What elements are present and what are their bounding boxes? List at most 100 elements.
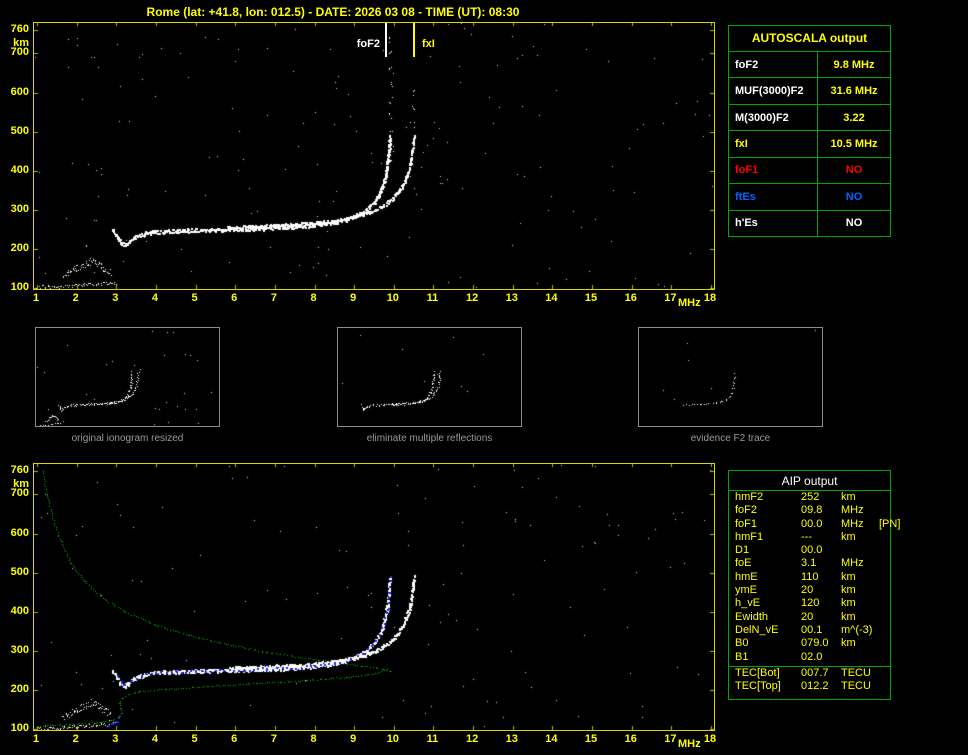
- autoscala-row: h'Es NO: [729, 209, 890, 236]
- x-axis-unit-label: MHz: [678, 738, 701, 750]
- x-tick-label: 8: [310, 292, 317, 304]
- y-tick-label: 200: [10, 241, 29, 254]
- autoscala-row: foF2 9.8 MHz: [729, 51, 890, 78]
- x-tick-label: 12: [465, 733, 479, 745]
- aip-row-value: 012.2: [801, 680, 829, 693]
- aip-row-name: D1: [735, 544, 750, 557]
- profile-ionogram-canvas: [34, 464, 714, 730]
- x-tick-label: 6: [231, 733, 238, 745]
- aip-row: foF1 00.0 MHz [PN]: [729, 517, 900, 531]
- aip-row: hmE 110 km: [729, 571, 890, 584]
- aip-row-unit: km: [841, 637, 856, 650]
- y-tick-label: 700: [10, 46, 29, 59]
- aip-row-name: hmF2: [735, 491, 764, 503]
- aip-row-extra: [879, 557, 890, 570]
- aip-row: B0 079.0 km: [729, 637, 890, 650]
- y-tick-label: 200: [10, 682, 29, 695]
- aip-row-extra: [879, 504, 890, 517]
- aip-row-value: 110: [801, 570, 819, 583]
- y-tick-label: 500: [10, 124, 29, 137]
- aip-output-table: AIP output hmF2 252 km foF2 09.8 MHz foF1 00.0 M…: [728, 470, 900, 700]
- thumbnail-f2-trace: [638, 327, 823, 427]
- aip-row-name: foE: [735, 557, 752, 570]
- autoscala-row-value: 9.8 MHz: [817, 52, 890, 78]
- aip-tec-rows: TEC[Bot] 007.7 TECU TEC[Top] 012.2 TECU: [729, 667, 890, 694]
- x-tick-label: 9: [350, 292, 357, 304]
- aip-row-extra: [879, 571, 890, 584]
- aip-row-name: B1: [735, 650, 749, 663]
- fxi-marker-label: fxI: [420, 38, 437, 50]
- autoscala-row: fxI 10.5 MHz: [729, 130, 890, 157]
- y-tick-label: 600: [10, 526, 29, 539]
- autoscala-output-table: AUTOSCALA output foF2 9.8 MHz MUF(3000)F2 3…: [728, 25, 891, 237]
- x-tick-label: 16: [624, 292, 637, 304]
- x-tick-label: 1: [32, 733, 40, 745]
- page-title: Rome (lat: +41.8, lon: 012.5) - DATE: 20…: [146, 5, 520, 19]
- x-tick-label: 18: [703, 733, 717, 745]
- ionogram-app-window: { "header": { "title": "Rome (lat: +41.8…: [0, 0, 968, 755]
- x-tick-label: 18: [703, 292, 717, 304]
- x-tick-label: 3: [112, 292, 119, 304]
- aip-row-name: B0: [735, 637, 749, 650]
- y-tick-label: 760: [10, 464, 29, 476]
- aip-row-name: foF1: [735, 517, 758, 530]
- aip-row-extra: [879, 651, 890, 664]
- aip-row-extra: [879, 531, 890, 544]
- aip-row-unit: [841, 544, 879, 557]
- thumbnail-caption-original: original ionogram resized: [71, 433, 184, 444]
- autoscala-row: MUF(3000)F2 31.6 MHz: [729, 77, 890, 104]
- aip-row: hmF1 --- km: [729, 531, 890, 544]
- x-tick-label: 14: [545, 292, 558, 304]
- aip-row-value: ---: [801, 530, 812, 543]
- aip-row-unit: km: [841, 597, 856, 610]
- aip-row-name: hmE: [735, 570, 758, 583]
- aip-row-name: DelN_vE: [735, 623, 779, 636]
- fof2-marker-line: [385, 23, 387, 57]
- aip-row: TEC[Bot] 007.7 TECU: [729, 667, 890, 680]
- aip-row-unit: MHz: [841, 557, 864, 570]
- thumbnail-caption-f2: evidence F2 trace: [690, 433, 771, 444]
- x-tick-label: 10: [386, 733, 399, 745]
- aip-row-name: foF2: [735, 504, 758, 517]
- aip-row-extra: [879, 680, 890, 693]
- autoscala-row: M(3000)F2 3.22: [729, 103, 890, 131]
- aip-row-extra: [879, 624, 890, 637]
- aip-row: hmF2 252 km: [729, 491, 890, 504]
- aip-row: foE 3.1 MHz: [729, 557, 890, 570]
- x-tick-label: 12: [465, 292, 479, 304]
- fof2-marker-label: foF2: [354, 38, 382, 50]
- autoscala-row-label: M(3000)F2: [735, 111, 789, 124]
- x-tick-label: 8: [310, 733, 317, 745]
- aip-row-value: 079.0: [801, 637, 829, 650]
- scaled-ionogram-canvas: [34, 23, 714, 289]
- x-tick-label: 13: [505, 733, 518, 745]
- aip-row: DelN_vE 00.1 m^(-3): [729, 624, 890, 637]
- autoscala-row-value: NO: [817, 184, 890, 210]
- aip-row-name: Ewidth: [735, 610, 769, 623]
- autoscala-row-label: foF1: [735, 164, 759, 177]
- autoscala-row-label: MUF(3000)F2: [735, 85, 804, 98]
- thumbnail-caption-cleaned: eliminate multiple reflections: [366, 433, 493, 444]
- thumbnail-cleaned-canvas: [338, 328, 521, 426]
- aip-row: ymE 20 km: [729, 584, 890, 597]
- x-tick-label: 11: [426, 733, 439, 745]
- x-tick-label: 11: [426, 292, 439, 304]
- aip-row-extra: [879, 667, 890, 680]
- x-tick-label: 3: [112, 733, 119, 745]
- x-tick-label: 6: [231, 292, 238, 304]
- autoscala-row-label: foF2: [735, 58, 759, 71]
- aip-row-name: TEC[Top]: [735, 680, 781, 693]
- thumbnail-original-ionogram: [35, 327, 220, 427]
- aip-row-extra: [PN]: [879, 517, 901, 530]
- y-tick-label: 600: [10, 85, 29, 98]
- aip-row-unit: km: [841, 610, 856, 623]
- scaled-ionogram-plot: foF2 fxI: [33, 22, 715, 290]
- aip-row-value: 007.7: [801, 666, 829, 679]
- aip-row-name: ymE: [735, 584, 757, 597]
- aip-row-name: h_vE: [735, 597, 761, 610]
- x-axis-unit-label: MHz: [678, 297, 701, 309]
- aip-row-unit: TECU: [841, 666, 871, 679]
- aip-row-value: 00.0: [801, 517, 823, 530]
- thumbnail-f2-canvas: [639, 328, 822, 426]
- aip-row-extra: [879, 597, 890, 610]
